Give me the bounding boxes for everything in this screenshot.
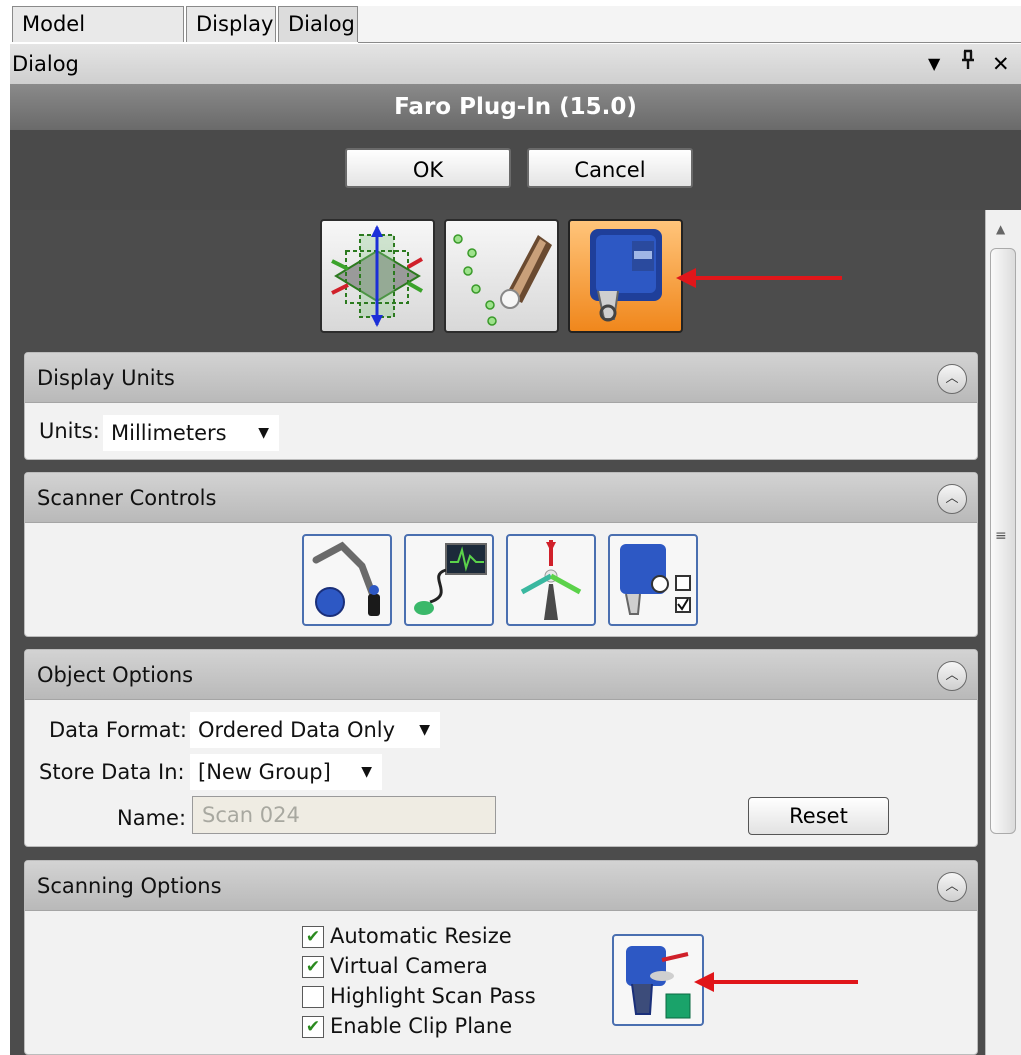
scanner-alignment-button[interactable] (506, 534, 596, 626)
collapse-object-options-icon[interactable]: ︿ (937, 661, 967, 691)
plugin-title: Faro Plug-In (15.0) (10, 84, 1021, 130)
scanner-controls-header[interactable]: Scanner Controls (25, 473, 977, 523)
store-data-value: [New Group] (198, 760, 331, 784)
arm-device-icon (304, 541, 390, 628)
panel-titlebar: Dialog ▼ ✕ (10, 44, 1021, 85)
scanner-settings-icon (610, 544, 696, 628)
name-field[interactable]: Scan 024 (192, 796, 496, 834)
store-data-select[interactable]: [New Group] ▼ (190, 754, 382, 790)
chevron-down-icon: ▼ (361, 764, 372, 780)
panel-title: Dialog (12, 52, 79, 76)
checkbox-label: Enable Clip Plane (330, 1014, 513, 1038)
annotation-arrow-head (676, 268, 696, 288)
handheld-scanner-icon (614, 946, 702, 1028)
units-label: Units: (39, 419, 100, 443)
chevron-down-icon: ▼ (258, 425, 269, 441)
action-bar (10, 130, 1021, 210)
checkbox-box[interactable]: ✔ (302, 1016, 324, 1038)
object-options-header[interactable]: Object Options (25, 650, 977, 700)
signal-monitor-button[interactable] (404, 534, 494, 626)
chevron-down-icon: ▼ (419, 722, 430, 738)
handheld-scanner-button[interactable] (612, 934, 704, 1026)
probe-points-icon (446, 234, 557, 335)
close-icon[interactable]: ✕ (992, 44, 1010, 84)
store-data-label: Store Data In: (39, 760, 185, 784)
annotation-arrow-line (710, 980, 858, 984)
arm-device-button[interactable] (302, 534, 392, 626)
collapse-display-units-icon[interactable]: ︿ (937, 364, 967, 394)
collapse-scanner-controls-icon[interactable]: ︿ (937, 484, 967, 514)
planes-axes-icon (322, 225, 433, 335)
tab-model-manager[interactable]: Model Manager (12, 6, 184, 70)
display-units-header[interactable]: Display Units (25, 353, 977, 403)
data-format-select[interactable]: Ordered Data Only ▼ (190, 712, 440, 748)
checkbox-label: Highlight Scan Pass (330, 984, 536, 1008)
tab-display[interactable]: Display (186, 6, 276, 42)
annotation-arrow-head (694, 972, 714, 992)
laser-scanner-icon (570, 229, 681, 335)
checkbox-box[interactable]: ✔ (302, 926, 324, 948)
scanner-controls-section: Scanner Controls ︿ (24, 472, 978, 637)
checkbox-label: Virtual Camera (330, 954, 488, 978)
pin-icon[interactable] (960, 44, 976, 84)
name-label: Name: (117, 806, 187, 830)
ok-button[interactable]: OK (345, 148, 511, 188)
cancel-button[interactable]: Cancel (527, 148, 693, 188)
tab-strip-fill (358, 6, 1021, 43)
scanner-settings-button[interactable] (608, 534, 698, 626)
scanning-options-header[interactable]: Scanning Options (25, 861, 977, 911)
signal-monitor-icon (406, 543, 492, 628)
display-units-section: Display Units ︿ Units: Millimeters ▼ (24, 352, 978, 460)
scanner-alignment-icon (508, 540, 594, 628)
collapse-scanning-options-icon[interactable]: ︿ (937, 872, 967, 902)
reset-button[interactable]: Reset (748, 797, 889, 835)
units-select[interactable]: Millimeters ▼ (103, 415, 279, 451)
tab-dialog[interactable]: Dialog (278, 6, 358, 42)
data-format-label: Data Format: (49, 718, 187, 742)
data-format-value: Ordered Data Only (198, 718, 396, 742)
checkbox-label: Automatic Resize (330, 924, 512, 948)
annotation-arrow-line (692, 276, 842, 280)
vertical-scrollbar[interactable]: ▲ ≡ (985, 210, 1021, 1055)
mode-scanner-button[interactable] (568, 219, 683, 333)
units-value: Millimeters (111, 421, 227, 445)
checkbox-box[interactable]: ✔ (302, 956, 324, 978)
scroll-grip-icon: ≡ (995, 528, 1007, 544)
checkbox-box[interactable] (302, 986, 324, 1008)
mode-probe-button[interactable] (444, 219, 559, 333)
scroll-up-icon[interactable]: ▲ (996, 222, 1005, 236)
tab-strip: Model Manager Display Dialog (0, 0, 1021, 70)
panel-menu-icon[interactable]: ▼ (928, 44, 940, 84)
mode-planes-button[interactable] (320, 219, 435, 333)
object-options-section: Object Options ︿ Data Format: Ordered Da… (24, 649, 978, 847)
